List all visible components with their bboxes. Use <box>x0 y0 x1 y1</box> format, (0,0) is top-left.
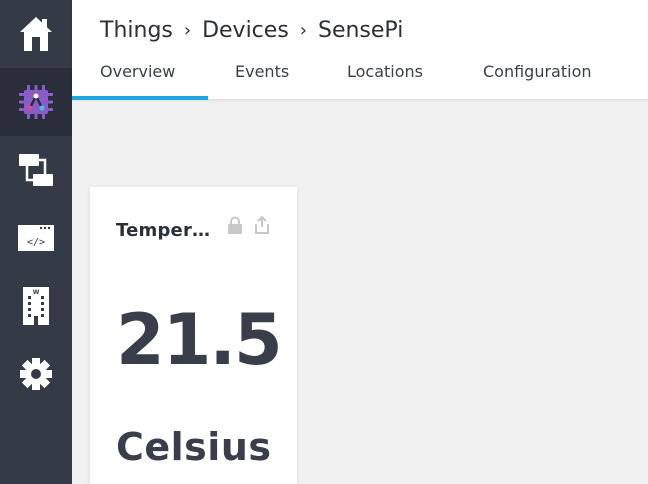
tab-locations[interactable]: Locations <box>347 62 437 100</box>
tab-overview[interactable]: Overview <box>100 62 180 100</box>
gear-icon <box>20 358 52 390</box>
property-title: Temperature <box>116 220 212 241</box>
sidebar-item-home[interactable] <box>0 0 72 68</box>
svg-text:</>: </> <box>27 237 45 248</box>
tab-configuration[interactable]: Configuration <box>483 62 603 100</box>
sidebar-item-things[interactable] <box>0 68 72 136</box>
breadcrumb-separator: › <box>183 20 192 41</box>
property-unit: Celsius <box>116 425 272 469</box>
share-icon[interactable] <box>253 215 271 239</box>
sidebar: </> W <box>0 0 72 484</box>
building-icon: W <box>23 287 49 325</box>
breadcrumb-current-device: SensePi <box>317 18 404 43</box>
sidebar-item-logs[interactable]: </> <box>0 204 72 272</box>
rules-icon <box>19 154 53 186</box>
things-icon <box>19 85 53 119</box>
active-tab-indicator <box>72 96 208 100</box>
lock-icon <box>227 216 243 238</box>
property-value: 21.5 <box>116 299 283 381</box>
breadcrumb-separator: › <box>299 20 307 41</box>
breadcrumb: Things › Devices › SensePi <box>100 18 403 43</box>
sidebar-item-rules[interactable] <box>0 136 72 204</box>
sidebar-item-settings[interactable] <box>0 340 72 408</box>
svg-text:W: W <box>33 289 40 296</box>
home-icon <box>20 17 52 51</box>
breadcrumb-devices[interactable]: Devices <box>202 18 289 43</box>
sidebar-item-building[interactable]: W <box>0 272 72 340</box>
page-header: Things › Devices › SensePi Overview Even… <box>72 0 648 100</box>
tab-events[interactable]: Events <box>235 62 295 100</box>
logs-icon: </> <box>18 225 54 251</box>
breadcrumb-things[interactable]: Things <box>100 18 173 43</box>
temperature-property-card: Temperature 21.5 Celsius <box>90 187 297 484</box>
